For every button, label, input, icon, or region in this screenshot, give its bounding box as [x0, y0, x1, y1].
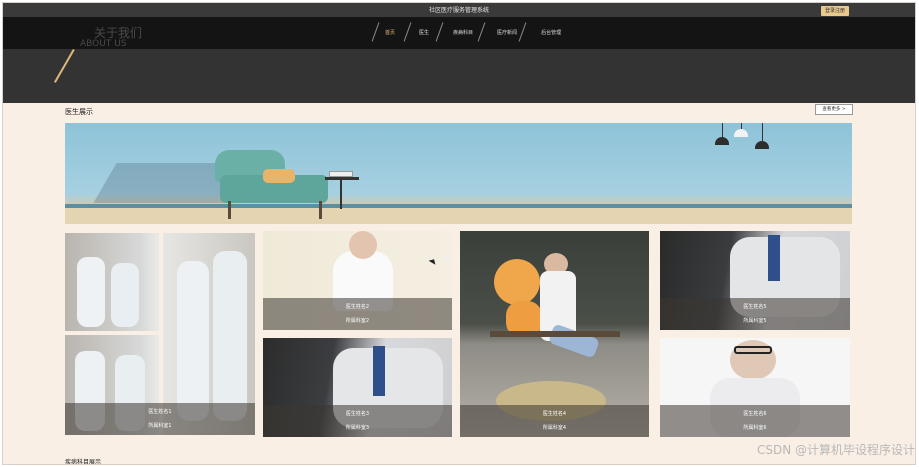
watermark: CSDN @计算机毕设程序设计 [756, 443, 915, 457]
doctor-department: 所属科室4 [542, 425, 567, 431]
doctor-name: 医生姓名5 [743, 304, 767, 310]
top-bar: 社区医疗服务管理系统 登录注册 [3, 3, 915, 17]
nav-home[interactable]: 首页 [373, 29, 407, 36]
doctor-name: 医生姓名6 [743, 411, 767, 417]
doctor-caption: 医生姓名5 所属科室5 [660, 298, 850, 330]
doctor-department: 所属科室1 [148, 423, 172, 429]
pillow [263, 169, 295, 183]
doctor-department: 所属科室3 [345, 425, 370, 431]
sofa-leg [319, 201, 322, 219]
nav-disease-subjects[interactable]: 疾病科目 [441, 29, 485, 36]
pendant-lamp-icon [734, 129, 748, 137]
side-table-leg [340, 179, 342, 209]
hero-strip [3, 49, 915, 103]
doctor-card[interactable]: 医生姓名1 所属科室1 [65, 233, 255, 435]
view-more-button[interactable]: 查看更多 > [815, 104, 853, 115]
side-table [325, 177, 359, 180]
doctor-caption: 医生姓名3 所属科室3 [263, 405, 452, 437]
site-title: 社区医疗服务管理系统 [428, 7, 489, 14]
pendant-lamp-icon [715, 137, 729, 145]
ppe-figure [177, 261, 209, 421]
doctor-name: 医生姓名3 [345, 411, 370, 417]
books-stack [329, 171, 353, 177]
lamp-cord [762, 123, 763, 141]
nav-doctors[interactable]: 医生 [407, 29, 441, 36]
disease-section-title: 疾病科目展示 [65, 459, 102, 465]
doctor-card[interactable]: 医生姓名5 所属科室5 [660, 231, 850, 330]
doctor-caption: 医生姓名6 所属科室6 [660, 405, 850, 437]
doctor-face [349, 231, 377, 259]
sofa-leg [228, 201, 231, 219]
about-us-subheading: ABOUT US [80, 39, 127, 49]
tie [373, 346, 385, 396]
bench [490, 331, 620, 337]
banner-image [65, 123, 852, 224]
doctor-department: 所属科室6 [743, 425, 767, 431]
doctor-name: 医生姓名4 [542, 411, 567, 417]
nav-admin[interactable]: 后台管理 [529, 29, 573, 36]
ppe-figure [77, 257, 105, 327]
doctor-caption: 医生姓名1 所属科室1 [65, 403, 255, 435]
photo-divider [65, 331, 159, 335]
doctor-card[interactable]: 医生姓名3 所属科室3 [263, 338, 452, 437]
doctor-name: 医生姓名1 [148, 409, 172, 415]
ppe-figure [213, 251, 247, 421]
lamp-cord [722, 123, 723, 137]
doctor-section-title: 医生展示 [65, 108, 93, 116]
bear-plush-icon [494, 259, 540, 305]
doctor-name: 医生姓名2 [345, 304, 370, 310]
browser-frame: 社区医疗服务管理系统 登录注册 首页 医生 疾病科目 医疗新闻 后台管理 关于我… [2, 2, 916, 465]
doctor-card[interactable]: 医生姓名4 所属科室4 [460, 231, 649, 437]
doctor-card[interactable]: 医生姓名2 所属科室2 [263, 231, 452, 330]
doctor-department: 所属科室5 [743, 318, 767, 324]
ppe-figure [111, 263, 139, 327]
floor [65, 208, 852, 224]
doctor-caption: 医生姓名4 所属科室4 [460, 405, 649, 437]
doctor-caption: 医生姓名2 所属科室2 [263, 298, 452, 330]
tie [768, 235, 780, 281]
doctor-department: 所属科室2 [345, 318, 370, 324]
login-register-button[interactable]: 登录注册 [820, 6, 849, 16]
glasses-icon [734, 346, 772, 354]
doctor-card[interactable]: 医生姓名6 所属科室6 [660, 338, 850, 437]
pendant-lamp-icon [755, 141, 769, 149]
